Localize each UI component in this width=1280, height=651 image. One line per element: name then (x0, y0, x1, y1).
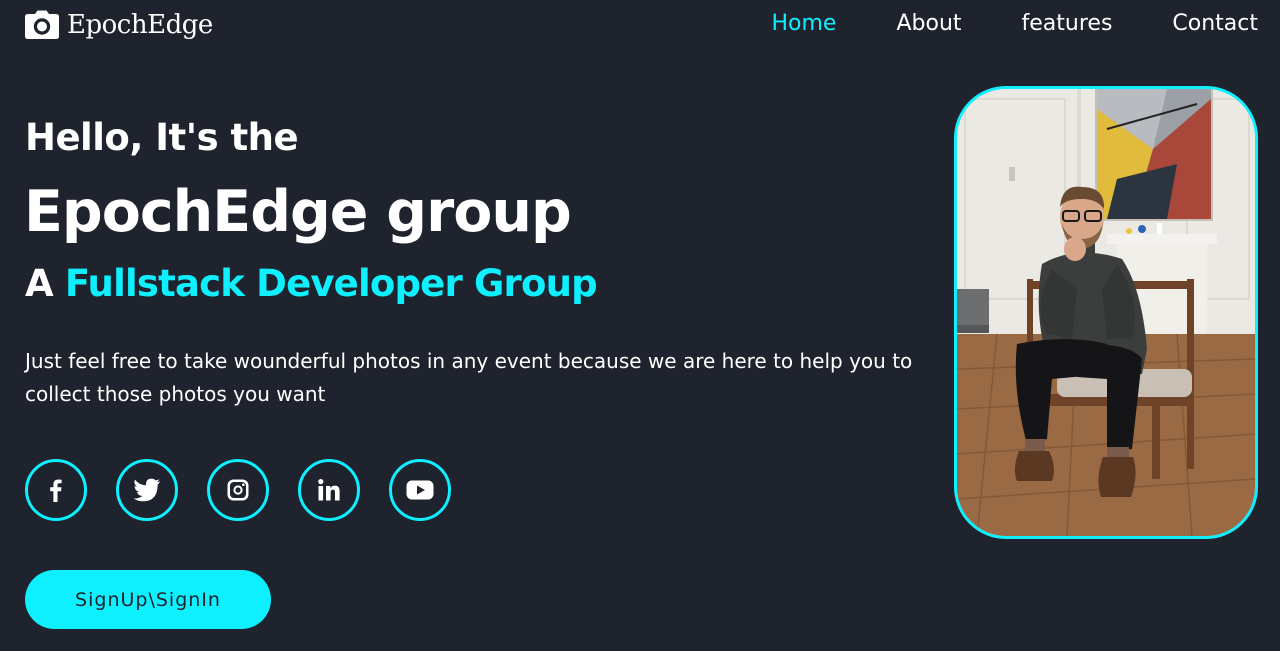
site-header: EpochEdge Home About features Contact (0, 0, 1280, 52)
youtube-icon (406, 480, 434, 500)
hero-photo (954, 86, 1258, 539)
seated-man-photo (957, 89, 1255, 536)
tagline-accent: Fullstack Developer Group (64, 262, 598, 305)
hero-greeting: Hello, It's the (25, 116, 299, 159)
twitter-icon (133, 478, 160, 502)
nav-link-features[interactable]: features (1022, 8, 1113, 40)
tagline-prefix: A (25, 262, 65, 305)
hero-tagline: A Fullstack Developer Group (25, 258, 598, 310)
instagram-link[interactable] (207, 459, 269, 521)
nav-link-about[interactable]: About (896, 8, 961, 40)
signup-signin-button[interactable]: SignUp\SignIn (25, 570, 271, 629)
hero-title: EpochEdge group (24, 179, 572, 245)
brand-name: EpochEdge (67, 10, 213, 40)
camera-icon (25, 10, 59, 39)
main-nav: Home About features Contact (712, 8, 1259, 40)
nav-link-home[interactable]: Home (772, 8, 837, 40)
hero-description: Just feel free to take wounderful photos… (25, 349, 913, 406)
linkedin-link[interactable] (298, 459, 360, 521)
twitter-link[interactable] (116, 459, 178, 521)
youtube-link[interactable] (389, 459, 451, 521)
brand-logo[interactable]: EpochEdge (24, 6, 213, 44)
linkedin-icon (318, 479, 340, 501)
social-links (25, 459, 480, 521)
facebook-icon (50, 479, 62, 502)
facebook-link[interactable] (25, 459, 87, 521)
nav-link-contact[interactable]: Contact (1172, 8, 1258, 40)
instagram-icon (227, 479, 249, 501)
